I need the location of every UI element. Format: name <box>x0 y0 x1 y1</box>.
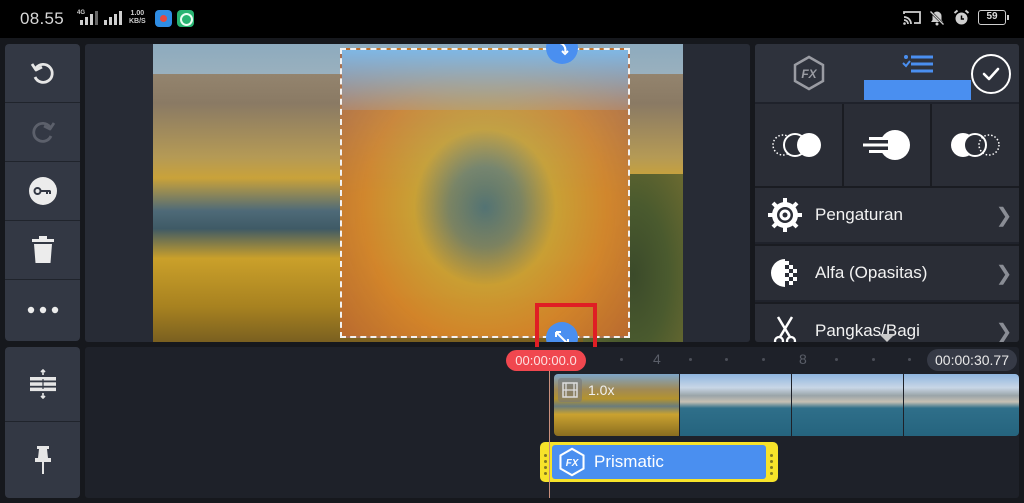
animation-buttons <box>755 104 1019 186</box>
clip-thumbnail <box>680 374 792 436</box>
chevron-right-icon: ❯ <box>995 320 1013 343</box>
svg-text:FX: FX <box>801 67 817 81</box>
undo-icon <box>30 63 54 84</box>
edit-toolbar <box>5 44 80 341</box>
timeline-toolbar <box>5 347 80 498</box>
ruler-tick <box>835 358 838 361</box>
undo-button[interactable] <box>5 44 80 103</box>
menu-item-label: Pangkas/Bagi <box>815 321 920 340</box>
in-animation-button[interactable] <box>755 104 844 186</box>
menu-item-label: Alfa (Opasitas) <box>815 263 928 282</box>
menu-item-alpha-opacity[interactable]: Alfa (Opasitas) ❯ <box>755 244 1019 300</box>
done-button[interactable] <box>971 54 1011 94</box>
ruler-tick <box>908 358 911 361</box>
status-bar: 08.55 4G 1.00 KB/S 59 <box>0 0 1024 38</box>
effect-clip-label: Prismatic <box>594 452 664 471</box>
trash-icon <box>31 236 54 263</box>
data-speed: 1.00 KB/S <box>129 10 146 26</box>
more-options-button[interactable] <box>5 280 80 339</box>
key-icon <box>28 177 57 205</box>
signal-strength-icon-2 <box>104 11 122 25</box>
ruler-label: 8 <box>799 351 807 367</box>
video-clip-track[interactable]: 1.0x <box>554 374 1019 436</box>
active-tab-indicator <box>864 80 971 100</box>
whatsapp-icon <box>177 10 194 27</box>
keyframe-button[interactable] <box>5 162 80 221</box>
alarm-icon <box>953 9 970 25</box>
clip-thumbnail: 1.0x <box>554 374 680 436</box>
data-speed-unit: KB/S <box>129 18 146 25</box>
menu-item-label: Pengaturan <box>815 205 903 224</box>
expand-tracks-icon <box>29 369 56 399</box>
right-trim-handle[interactable] <box>770 454 773 475</box>
scissors-icon <box>773 316 797 342</box>
ruler-tick <box>762 358 765 361</box>
total-duration: 00:00:30.77 <box>927 349 1017 371</box>
film-icon <box>558 378 582 402</box>
chevron-right-icon: ❯ <box>995 204 1013 227</box>
checkmark-circle-icon <box>982 67 1000 81</box>
settings-gear-icon <box>768 198 802 232</box>
effect-bounding-box[interactable] <box>340 48 630 338</box>
motion-animation-button[interactable] <box>843 104 933 186</box>
chevron-right-icon: ❯ <box>995 262 1013 285</box>
timeline-zoom-button[interactable] <box>5 347 80 422</box>
battery-icon: 59 <box>978 10 1009 25</box>
status-time: 08.55 <box>20 9 65 28</box>
video-preview[interactable] <box>85 44 750 342</box>
clip-thumbnail <box>904 374 1019 436</box>
panel-tabs: FX <box>755 44 1019 102</box>
effect-clip-prismatic[interactable]: FX Prismatic <box>540 442 778 482</box>
ruler-label: 4 <box>653 351 661 367</box>
checklist-icon <box>901 55 933 73</box>
alpha-opacity-icon <box>771 259 797 287</box>
fx-hexagon-icon: FX <box>793 55 824 91</box>
more-icon <box>27 306 58 313</box>
out-animation-icon <box>950 133 1000 157</box>
ruler-tick <box>620 358 623 361</box>
redo-icon <box>31 122 55 143</box>
pin-icon <box>34 446 51 474</box>
motion-animation-icon <box>863 130 910 160</box>
cast-icon <box>903 11 921 25</box>
ruler-tick <box>689 358 692 361</box>
svg-text:FX: FX <box>566 458 580 469</box>
in-animation-icon <box>772 133 822 157</box>
ruler-tick <box>872 358 875 361</box>
effect-area-sky <box>342 50 628 110</box>
video-frame <box>153 44 683 342</box>
notifications-off-icon <box>929 10 945 25</box>
tab-options[interactable] <box>864 44 971 102</box>
redo-button[interactable] <box>5 103 80 162</box>
panel-scroll-indicator-icon <box>879 334 895 342</box>
effect-clip-body: FX Prismatic <box>552 445 766 479</box>
layer-options-panel: FX Pengaturan ❯ Alfa (Opasitas) ❯ Pangka… <box>755 44 1019 342</box>
ruler-tick <box>725 358 728 361</box>
clip-thumbnail <box>792 374 904 436</box>
menu-item-settings[interactable]: Pengaturan ❯ <box>755 186 1019 242</box>
screen-recorder-icon <box>155 10 172 27</box>
delete-button[interactable] <box>5 221 80 280</box>
fx-hexagon-icon: FX <box>559 447 585 477</box>
rotate-icon <box>559 44 569 56</box>
playhead-time: 00:00:00.0 <box>506 350 586 371</box>
pin-button[interactable] <box>5 422 80 498</box>
left-trim-handle[interactable] <box>544 454 547 475</box>
signal-strength-icon <box>80 11 98 25</box>
data-speed-value: 1.00 <box>130 10 145 17</box>
clip-speed-badge: 1.0x <box>558 378 614 402</box>
tab-effects[interactable]: FX <box>755 44 862 102</box>
playhead[interactable] <box>549 369 550 498</box>
out-animation-button[interactable] <box>932 104 1019 186</box>
clip-speed: 1.0x <box>588 382 615 398</box>
timeline[interactable]: 4 8 00:00:30.77 1.0x FX Prismatic 00:00:… <box>85 347 1019 498</box>
